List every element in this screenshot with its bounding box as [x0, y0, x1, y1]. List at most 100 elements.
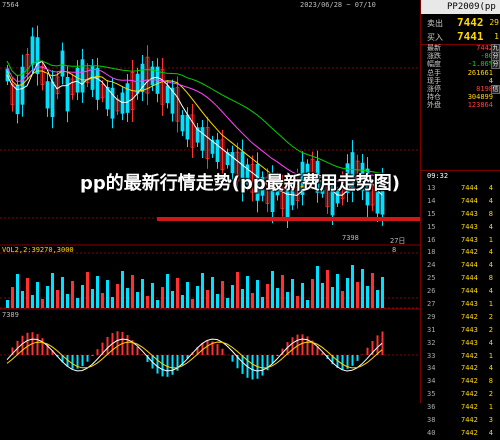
tick-time: 27	[427, 300, 436, 309]
volume-bar	[26, 278, 29, 308]
candle-body	[50, 81, 55, 118]
volume-bar	[356, 282, 359, 308]
tick-row: 25 7444 8	[421, 272, 500, 285]
stat-row: 总手 261661	[421, 69, 500, 77]
volume-bar	[246, 276, 249, 308]
tick-price: 7442	[461, 428, 478, 437]
tick-volume: 4	[488, 248, 493, 257]
tick-time: 31	[427, 325, 436, 334]
volume-bar	[141, 279, 144, 308]
candle-body	[95, 67, 100, 100]
volume-bar	[226, 298, 229, 308]
candle-body	[185, 114, 190, 140]
tick-time: 26	[427, 287, 436, 296]
volume-bar	[61, 277, 64, 308]
tick-time: 14	[427, 196, 436, 205]
tick-volume: 4	[488, 261, 493, 270]
candle-body	[80, 59, 85, 93]
tick-volume: 1	[488, 235, 493, 244]
tick-price: 7442	[461, 377, 478, 386]
candle-body	[35, 37, 40, 75]
tick-time: 33	[427, 351, 436, 360]
tick-row: 33 7442 1	[421, 350, 500, 363]
stat-value: 123864	[467, 101, 493, 110]
volume-bar	[206, 290, 209, 308]
tick-volume: 4	[488, 338, 493, 347]
highlight-bar	[157, 217, 420, 221]
volume-bar	[131, 275, 134, 308]
volume-bar	[316, 266, 319, 308]
candle-body	[45, 81, 50, 109]
contract-code-bar[interactable]: PP2009(pp	[421, 0, 500, 14]
contract-code-suffix: (pp	[479, 2, 496, 12]
volume-bar	[281, 275, 284, 308]
volume-bar	[351, 265, 354, 308]
tick-row: 26 7444 4	[421, 285, 500, 298]
tick-row: 15 7443 4	[421, 221, 500, 234]
divider	[421, 170, 500, 171]
tick-list[interactable]: 13 7444 4 14 7444 4 15 7443 8 15 7443 4 16 7443 1 18 744…	[421, 182, 500, 440]
stat-row: 最新 7442 九	[421, 44, 500, 53]
candle-body	[135, 73, 140, 94]
volume-bar	[256, 280, 259, 308]
volume-bar	[216, 294, 219, 308]
min-price-label: 7398	[342, 234, 359, 242]
contract-code: PP2009	[447, 2, 480, 12]
buy-price: 7441	[457, 30, 484, 43]
stat-row: 幅度 -1.06% 分	[421, 60, 500, 70]
volume-bar	[331, 287, 334, 308]
volume-bar	[341, 291, 344, 308]
volume-bar	[196, 286, 199, 308]
stat-value: 304899	[467, 93, 493, 102]
volume-bar	[276, 288, 279, 308]
tick-time: 13	[427, 184, 436, 192]
tick-row: 13 7444 4	[421, 182, 500, 195]
tick-volume: 2	[488, 312, 493, 321]
tick-volume: 8	[488, 209, 493, 218]
volume-bar	[236, 272, 239, 308]
volume-bar	[31, 295, 34, 308]
tick-volume: 8	[488, 377, 493, 386]
tick-time: 24	[427, 261, 436, 270]
volume-bar	[181, 295, 184, 308]
volume-bar	[101, 293, 104, 308]
candle-body	[75, 67, 80, 93]
tick-price: 7444	[461, 184, 478, 192]
stat-label: 持仓	[427, 93, 441, 102]
tick-time: 16	[427, 235, 436, 244]
ma-line-yellow	[6, 70, 382, 188]
tick-time: 34	[427, 364, 436, 373]
tick-time: 25	[427, 274, 436, 283]
volume-bar	[81, 285, 84, 308]
sell-label: 卖出	[427, 19, 443, 28]
tick-time: 34	[427, 377, 436, 386]
volume-bar	[76, 298, 79, 308]
volume-bar	[16, 274, 19, 308]
volume-bar	[136, 292, 139, 308]
kline-chart[interactable]	[0, 0, 420, 403]
volume-bar	[21, 291, 24, 308]
tick-price: 7442	[461, 364, 478, 373]
candle-body	[120, 92, 125, 114]
tick-volume: 8	[488, 274, 493, 283]
buy-row: 买入 7441 1	[423, 30, 499, 44]
volume-bar	[56, 290, 59, 308]
day-label: 8	[392, 246, 397, 254]
kline-chart-area[interactable]: 7564 2023/06/28 ~ 07/10 VOL2,2:39270,300…	[0, 0, 420, 403]
stat-value: 4	[488, 76, 493, 85]
volume-bar	[176, 278, 179, 308]
tick-start-time: 09:32	[427, 172, 449, 180]
tick-price: 7443	[461, 338, 478, 347]
tick-time: 15	[427, 209, 436, 218]
volume-bar	[166, 274, 169, 308]
tick-price: 7444	[461, 274, 478, 283]
volume-bar	[96, 276, 99, 308]
tick-price: 7443	[461, 235, 478, 244]
tick-price: 7444	[461, 287, 478, 296]
volume-bar	[91, 289, 94, 308]
tick-time: 15	[427, 222, 436, 231]
volume-bar	[271, 271, 274, 308]
buy-label: 买入	[427, 33, 443, 42]
tick-volume: 4	[488, 222, 493, 231]
volume-bar	[6, 300, 9, 308]
